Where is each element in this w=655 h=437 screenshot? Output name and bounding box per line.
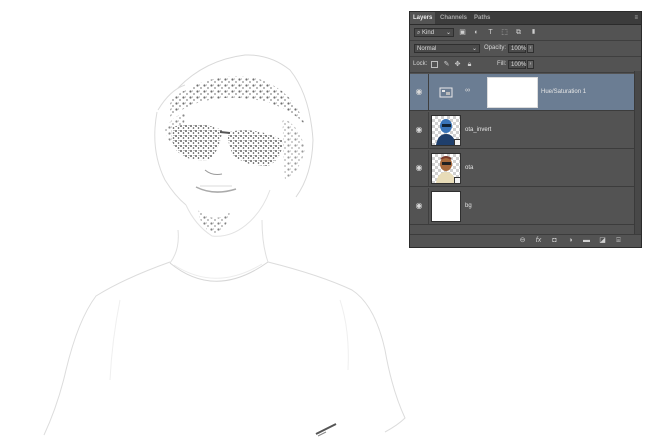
layer-row-ota[interactable]: ◉ ota (410, 150, 636, 187)
new-layer-icon[interactable]: ◪ (598, 237, 607, 245)
eye-icon[interactable]: ◉ (414, 125, 424, 135)
eye-icon[interactable]: ◉ (414, 163, 424, 173)
type-filter-icon[interactable]: T (486, 28, 495, 37)
tab-paths[interactable]: Paths (471, 12, 493, 24)
fill-label: Fill: (497, 61, 507, 67)
layer-row-hue-saturation[interactable]: ◉ ∞ Hue/Saturation 1 (410, 74, 636, 111)
fill-input[interactable]: 100% (508, 60, 526, 69)
filter-row: ⌕ Kind ⌄ ▣ ◐ T ⬚ ⧉ ▮ (410, 25, 641, 41)
fill-dropdown-icon[interactable]: › (527, 60, 534, 69)
panel-tab-bar: Layers Channels Paths ≡ (410, 12, 641, 25)
layers-panel: Layers Channels Paths ≡ ⌕ Kind ⌄ ▣ ◐ T ⬚… (409, 11, 642, 248)
layers-bottom-toolbar: ⊖ fx ◘ ◑ ▬ ◪ ⌸ (410, 234, 641, 247)
lock-row: Lock: ✎ ✥ 🔒︎ Fill: 100% › (410, 57, 641, 73)
layer-thumbnail (431, 191, 461, 222)
filter-toggle-icon[interactable]: ▮ (529, 28, 538, 37)
layers-scrollbar[interactable] (634, 71, 641, 236)
layer-thumbnail (431, 115, 461, 146)
lock-all-icon[interactable]: 🔒︎ (465, 60, 474, 69)
blend-mode-select[interactable]: Normal ⌄ (414, 44, 480, 53)
opacity-input[interactable]: 100% (508, 44, 526, 53)
layer-name: bg (465, 203, 472, 209)
adjustment-filter-icon[interactable]: ◐ (472, 28, 481, 37)
mask-icon[interactable]: ◘ (550, 237, 559, 245)
opacity-dropdown-icon[interactable]: › (527, 44, 534, 53)
layer-mask-thumbnail[interactable] (487, 77, 538, 108)
fx-icon[interactable]: fx (534, 237, 543, 245)
chain-link-icon[interactable]: ∞ (465, 87, 470, 94)
layer-name: Hue/Saturation 1 (541, 89, 587, 95)
filter-kind-label: Kind (422, 30, 435, 36)
layer-name: ota_invert (465, 127, 492, 133)
layer-thumbnail (431, 153, 461, 184)
blend-mode-label: Normal (417, 46, 437, 52)
smart-object-badge-icon (454, 139, 461, 146)
lock-move-icon[interactable]: ✥ (453, 60, 462, 69)
tab-channels[interactable]: Channels (437, 12, 470, 24)
layer-name: ota (465, 165, 474, 171)
lock-brush-icon[interactable]: ✎ (442, 60, 451, 69)
filter-kind-select[interactable]: ⌕ Kind ⌄ (414, 28, 454, 37)
trash-icon[interactable]: ⌸ (614, 237, 623, 245)
eye-icon[interactable]: ◉ (414, 87, 424, 97)
link-icon[interactable]: ⊖ (518, 237, 527, 245)
pixel-filter-icon[interactable]: ▣ (458, 28, 467, 37)
chevron-down-icon: ⌄ (445, 30, 451, 36)
chevron-down-icon: ⌄ (471, 46, 477, 52)
eye-icon[interactable]: ◉ (414, 201, 424, 211)
adjustment-layer-icon (431, 77, 461, 108)
lock-transparency-icon[interactable] (431, 61, 438, 68)
lock-label: Lock: (413, 61, 428, 67)
smart-object-badge-icon (454, 177, 461, 184)
adjustment-icon[interactable]: ◑ (566, 237, 575, 245)
panel-menu-icon[interactable]: ≡ (634, 14, 638, 22)
smart-object-filter-icon[interactable]: ⧉ (514, 28, 523, 37)
blend-row: Normal ⌄ Opacity: 100% › (410, 41, 641, 57)
tab-layers[interactable]: Layers (410, 12, 436, 24)
opacity-label: Opacity: (484, 45, 507, 51)
shape-filter-icon[interactable]: ⬚ (500, 28, 509, 37)
folder-icon[interactable]: ▬ (582, 237, 591, 245)
layer-row-ota-invert[interactable]: ◉ ota_invert (410, 112, 636, 149)
search-icon: ⌕ (417, 30, 421, 36)
layer-row-bg[interactable]: ◉ bg (410, 188, 636, 225)
